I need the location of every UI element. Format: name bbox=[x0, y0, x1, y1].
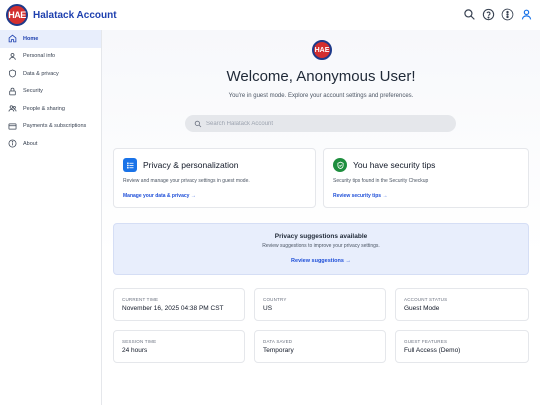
sidebar-item-data-privacy[interactable]: Data & privacy bbox=[0, 65, 101, 83]
sidebar-item-home[interactable]: Home bbox=[0, 30, 101, 48]
hero-logo: HAE bbox=[312, 40, 332, 60]
security-card[interactable]: You have security tips Security tips fou… bbox=[323, 148, 529, 208]
sidebar-item-label: Personal info bbox=[23, 53, 56, 60]
info-value: 24 hours bbox=[122, 347, 148, 354]
lock-icon bbox=[8, 87, 17, 96]
info-label: CURRENT TIME bbox=[122, 297, 159, 302]
people-icon bbox=[8, 104, 17, 113]
account-icon[interactable] bbox=[519, 7, 534, 22]
top-bar: HAE Halatack Account bbox=[0, 0, 540, 30]
info-card-country: COUNTRY US bbox=[254, 288, 386, 321]
info-label: SESSION TIME bbox=[122, 339, 157, 344]
main-content: HAE Welcome, Anonymous User! You're in g… bbox=[102, 30, 540, 405]
info-label: COUNTRY bbox=[263, 297, 287, 302]
sidebar-item-personal-info[interactable]: Personal info bbox=[0, 48, 101, 66]
sidebar-item-label: Data & privacy bbox=[23, 70, 59, 77]
info-icon bbox=[8, 139, 17, 148]
home-icon bbox=[8, 34, 17, 43]
info-card-current-time: CURRENT TIME November 16, 2025 04:38 PM … bbox=[113, 288, 245, 321]
info-card-account-status: ACCOUNT STATUS Guest Mode bbox=[395, 288, 529, 321]
info-card-session-time: SESSION TIME 24 hours bbox=[113, 330, 245, 363]
sidebar-item-people-sharing[interactable]: People & sharing bbox=[0, 100, 101, 118]
app-name[interactable]: Halatack Account bbox=[33, 10, 117, 21]
search-bar[interactable] bbox=[185, 115, 456, 132]
sidebar: Home Personal info Data & privacy Securi… bbox=[0, 30, 102, 405]
banner-desc: Review suggestions to improve your priva… bbox=[262, 243, 380, 249]
card-icon bbox=[8, 122, 17, 131]
sidebar-item-security[interactable]: Security bbox=[0, 83, 101, 101]
sidebar-item-payments[interactable]: Payments & subscriptions bbox=[0, 118, 101, 136]
brand[interactable]: HAE Halatack Account bbox=[6, 4, 117, 26]
security-check-icon bbox=[333, 158, 347, 172]
info-label: GUEST FEATURES bbox=[404, 339, 448, 344]
shield-icon bbox=[8, 69, 17, 78]
privacy-card[interactable]: Privacy & personalization Review and man… bbox=[113, 148, 316, 208]
sidebar-item-label: Payments & subscriptions bbox=[23, 123, 87, 130]
app-logo[interactable]: HAE bbox=[6, 4, 28, 26]
page-subtitle: You're in guest mode. Explore your accou… bbox=[228, 93, 414, 99]
card-desc: Review and manage your privacy settings … bbox=[123, 178, 250, 184]
info-value: Full Access (Demo) bbox=[404, 347, 461, 354]
info-label: DATA SAVED bbox=[263, 339, 293, 344]
privacy-suggestions-banner: Privacy suggestions available Review sug… bbox=[113, 223, 529, 275]
manage-data-link[interactable]: Manage your data & privacy → bbox=[123, 193, 196, 199]
sidebar-item-label: Security bbox=[23, 88, 43, 95]
review-tips-link[interactable]: Review security tips → bbox=[333, 193, 387, 199]
info-card-data-saved: DATA SAVED Temporary bbox=[254, 330, 386, 363]
privacy-icon bbox=[123, 158, 137, 172]
card-title: Privacy & personalization bbox=[143, 160, 239, 170]
banner-title: Privacy suggestions available bbox=[274, 233, 368, 240]
info-value: US bbox=[263, 305, 273, 312]
card-desc: Security tips found in the Security Chec… bbox=[333, 178, 429, 184]
info-label: ACCOUNT STATUS bbox=[404, 297, 448, 302]
sidebar-item-label: About bbox=[23, 140, 38, 147]
help-icon[interactable] bbox=[481, 7, 496, 22]
search-icon[interactable] bbox=[462, 7, 477, 22]
sidebar-item-about[interactable]: About bbox=[0, 135, 101, 153]
page-title: Welcome, Anonymous User! bbox=[226, 68, 416, 85]
info-value: November 16, 2025 04:38 PM CST bbox=[122, 305, 224, 312]
person-icon bbox=[8, 52, 17, 61]
review-suggestions-link[interactable]: Review suggestions → bbox=[291, 258, 351, 264]
info-value: Temporary bbox=[263, 347, 294, 354]
search-input[interactable] bbox=[206, 120, 436, 127]
info-card-guest-features: GUEST FEATURES Full Access (Demo) bbox=[395, 330, 529, 363]
more-vert-icon[interactable] bbox=[500, 7, 515, 22]
info-value: Guest Mode bbox=[404, 305, 440, 312]
sidebar-item-label: People & sharing bbox=[23, 105, 65, 112]
search-icon bbox=[194, 120, 202, 127]
sidebar-item-label: Home bbox=[23, 35, 39, 42]
card-title: You have security tips bbox=[353, 160, 436, 170]
